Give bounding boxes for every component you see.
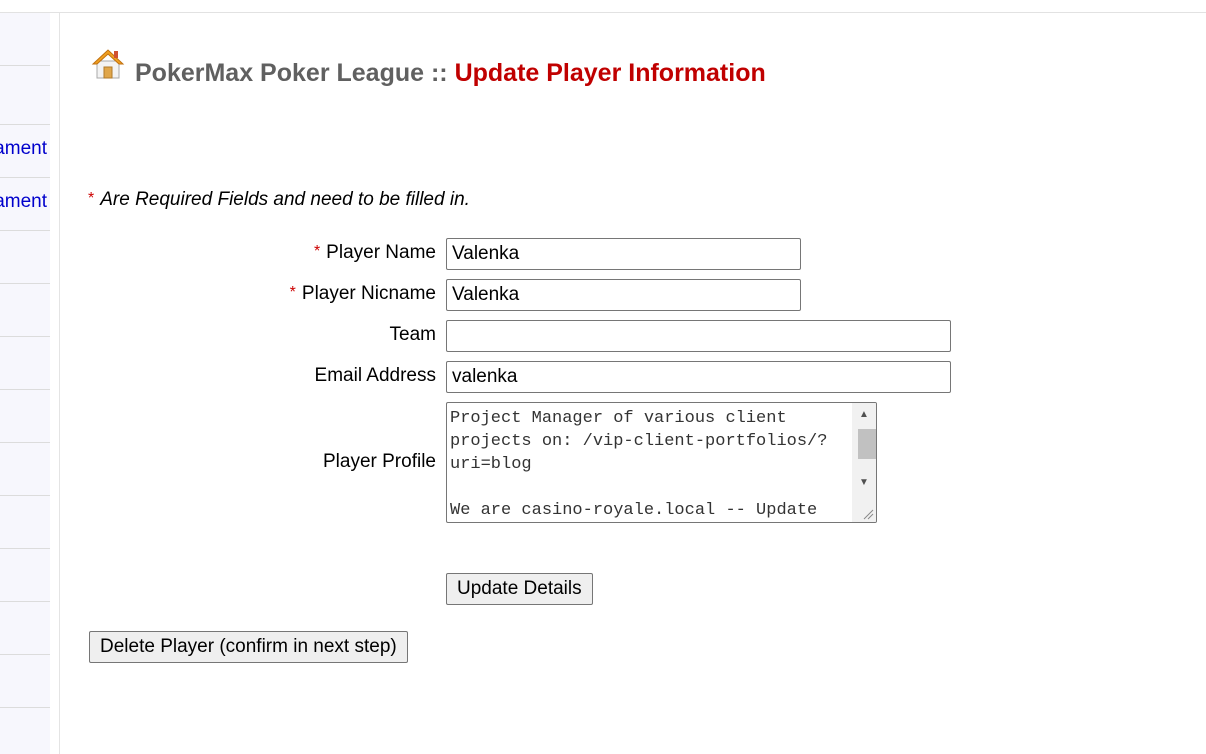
sidebar-item-9[interactable] [0, 443, 50, 496]
player-name-input[interactable] [446, 238, 801, 270]
sidebar-item-6[interactable] [0, 284, 50, 337]
scroll-up-arrow-icon[interactable]: ▲ [852, 405, 876, 425]
required-star: * [88, 190, 95, 207]
required-star: * [313, 243, 321, 260]
sidebar-item-8[interactable] [0, 390, 50, 443]
sidebar-item-4[interactable]: Add Tournament [0, 178, 50, 231]
sidebar-item-1[interactable] [0, 13, 50, 66]
required-star: * [289, 284, 296, 301]
team-input[interactable] [446, 320, 951, 352]
sidebar-item-13[interactable] [0, 655, 50, 708]
sidebar-item-12[interactable] [0, 602, 50, 655]
profile-scrollbar[interactable]: ▲ ▼ [852, 403, 876, 522]
title-separator: :: [430, 59, 448, 87]
required-fields-note: * Are Required Fields and need to be fill… [88, 189, 470, 210]
scroll-down-arrow-icon[interactable]: ▼ [852, 473, 876, 493]
sidebar-item-7[interactable] [0, 337, 50, 390]
email-input[interactable] [446, 361, 951, 393]
site-title: PokerMax Poker League [135, 59, 425, 87]
sidebar-item-11[interactable] [0, 549, 50, 602]
player-profile-textarea[interactable]: Project Manager of various client projec… [446, 402, 877, 523]
player-name-label: * Player Name [313, 242, 436, 263]
top-divider [0, 12, 1206, 13]
sidebar-link-add-tournament[interactable]: Add Tournament [0, 191, 47, 213]
page-title: Update Player Information [454, 59, 766, 87]
sidebar-item-10[interactable] [0, 496, 50, 549]
delete-player-button[interactable]: Delete Player (confirm in next step) [89, 631, 408, 663]
player-profile-label: Player Profile [323, 451, 436, 472]
player-nickname-input[interactable] [446, 279, 801, 311]
player-profile-text[interactable]: Project Manager of various client projec… [450, 407, 850, 522]
sidebar-item-3[interactable]: Tournament [0, 125, 50, 178]
resize-grip-icon[interactable] [862, 508, 874, 520]
sidebar: Tournament Add Tournament [0, 13, 50, 754]
sidebar-item-2[interactable] [0, 72, 50, 125]
scroll-thumb[interactable] [858, 429, 876, 459]
sidebar-border [59, 13, 60, 754]
sidebar-item-5[interactable] [0, 231, 50, 284]
house-icon [91, 49, 125, 79]
sidebar-link-tournament[interactable]: Tournament [0, 138, 47, 160]
update-details-button[interactable]: Update Details [446, 573, 593, 605]
page-header: PokerMax Poker League :: Update Player I… [135, 59, 766, 88]
email-label: Email Address [314, 365, 436, 386]
player-nickname-label: * Player Nicname [289, 283, 436, 304]
team-label: Team [389, 324, 436, 345]
